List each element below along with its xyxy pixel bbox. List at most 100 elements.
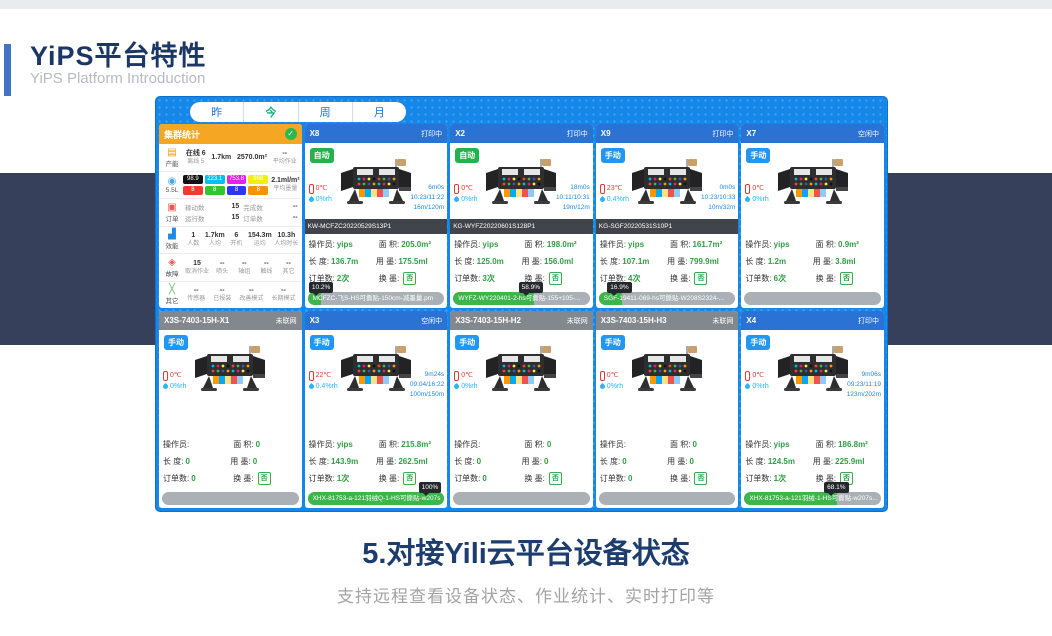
humidity-reading: 0%rh — [163, 381, 186, 392]
ink-block-c: 223.1 — [205, 175, 225, 184]
thermometer-icon — [600, 371, 605, 381]
device-card[interactable]: X7 空闲中 手动 0℃ 0%rh — [741, 124, 884, 308]
job-id-bar: KG-SGF20220531S10P1 — [596, 219, 739, 234]
device-card[interactable]: X2 打印中 自动 0℃ 0%rh — [450, 124, 593, 308]
humidity-reading: 0.4%rh — [309, 381, 338, 392]
area-value: 186.8m² — [838, 440, 880, 449]
tab-today[interactable]: 今 — [244, 102, 298, 122]
capacity-icon: ▤ — [167, 147, 176, 158]
device-grid: 集群统计 ✓ ▤ 产能 在线 6离线 5 1.7km 2570.0m² - — [159, 124, 884, 508]
ink-used-label: 用 墨: — [522, 256, 542, 267]
ink-used-value: 262.5ml — [398, 457, 443, 466]
cluster-stats-panel[interactable]: 集群统计 ✓ ▤ 产能 在线 6离线 5 1.7km 2570.0m² - — [159, 124, 302, 308]
operator-label: 操作员: — [309, 439, 335, 450]
env-readings: 0℃ 0%rh — [163, 370, 186, 392]
file-name: XHX-81753-a-121羽绒-1-HS可撕贴-w207s... — [749, 492, 878, 505]
device-card[interactable]: X3S-7403-15H-H2 未联网 手动 0℃ 0%rh — [450, 311, 593, 508]
device-card[interactable]: X9 打印中 手动 23℃ 0.4%rh — [596, 124, 739, 308]
humidity-reading: 0%rh — [309, 194, 332, 205]
slide-page: YiPS平台特性 YiPS Platform Introduction 昨 今 … — [0, 0, 1052, 636]
device-card-header: X7 空闲中 — [741, 124, 884, 143]
humidity-reading: 0%rh — [745, 381, 768, 392]
droplet-icon — [308, 383, 315, 390]
ink-used-value: 175.5ml — [398, 257, 443, 266]
orders-icon: ▣ — [167, 202, 176, 213]
area-label: 面 积: — [379, 439, 399, 450]
thermometer-icon — [309, 371, 314, 381]
droplet-icon — [599, 196, 606, 203]
device-card[interactable]: X3 空闲中 手动 22℃ 0.4%rh — [305, 311, 448, 508]
device-status: 打印中 — [421, 129, 442, 139]
operator-value: yips — [628, 240, 670, 249]
device-stats: 操作员: 面 积: 0 长 度: 0 用 墨: 0 订单数: 0 换 墨: 否 — [163, 436, 298, 487]
temperature-reading: 0℃ — [745, 370, 768, 381]
ink-block-r: 8 — [183, 186, 203, 195]
device-card[interactable]: X3S-7403-15H-H3 未联网 手动 0℃ 0%rh — [596, 311, 739, 508]
length-label: 长 度: — [600, 456, 620, 467]
ink-levels: 98.9 223.1 753.8 968 8 8 8 8 — [183, 175, 268, 195]
device-name: X3 — [310, 316, 320, 325]
orders-label: 订单数: — [163, 473, 189, 484]
progress-bubble: 68.1% — [824, 482, 848, 493]
dashboard-screenshot: 昨 今 周 月 集群统计 ✓ ▤ 产能 — [155, 96, 888, 512]
area-label: 面 积: — [670, 239, 690, 250]
operator-label: 操作员: — [600, 239, 626, 250]
stats-row-ink: ◉ 5.5L 98.9 223.1 753.8 968 8 8 8 — [159, 172, 302, 200]
device-status: 空闲中 — [858, 129, 879, 139]
length-value: 124.5m — [768, 457, 813, 466]
device-card[interactable]: X8 打印中 自动 0℃ 0%rh — [305, 124, 448, 308]
progress-bubble: 100% — [419, 482, 442, 493]
device-stats: 操作员: yips 面 积: 0.9m² 长 度: 1.2m 用 墨: 3.8m… — [745, 236, 880, 287]
device-status: 未联网 — [276, 316, 297, 326]
ink-block-k: 98.9 — [183, 175, 203, 184]
temperature-reading: 0℃ — [454, 183, 477, 194]
orders-value: 0 — [628, 474, 670, 483]
swap-ink-badge: 否 — [840, 272, 853, 285]
temperature-reading: 0℃ — [454, 370, 477, 381]
ink-used-label: 用 墨: — [376, 456, 396, 467]
time-range-tabs: 昨 今 周 月 — [190, 102, 406, 122]
length-value: 0 — [477, 457, 522, 466]
operator-label: 操作员: — [454, 439, 480, 450]
area-value: 0 — [692, 440, 734, 449]
ink-used-value: 156.0ml — [544, 257, 589, 266]
ink-used-label: 用 墨: — [667, 256, 687, 267]
humidity-reading: 0%rh — [745, 194, 768, 205]
device-card[interactable]: X4 打印中 手动 0℃ 0%rh — [741, 311, 884, 508]
ink-used-label: 用 墨: — [376, 256, 396, 267]
tab-month[interactable]: 月 — [353, 102, 406, 122]
device-card[interactable]: X3S-7403-15H-X1 未联网 手动 0℃ 0%rh — [159, 311, 302, 508]
ink-used-value: 799.9ml — [690, 257, 735, 266]
progress-line: 0m0s — [701, 183, 735, 193]
temperature-reading: 0℃ — [600, 370, 623, 381]
temperature-reading: 23℃ — [600, 183, 629, 194]
mode-badge: 手动 — [746, 148, 770, 163]
length-label: 长 度: — [309, 256, 329, 267]
file-progress-bar: SGF-19411-069-hs可撕贴-W208S2324-... — [599, 292, 736, 305]
swap-ink-badge: 否 — [694, 472, 707, 485]
operator-value: yips — [774, 440, 816, 449]
thermometer-icon — [745, 371, 750, 381]
top-strip — [0, 0, 1052, 9]
mode-badge: 自动 — [310, 148, 334, 163]
thermometer-icon — [454, 371, 459, 381]
temperature-reading: 22℃ — [309, 370, 338, 381]
length-label: 长 度: — [163, 456, 183, 467]
device-stats: 操作员: yips 面 积: 205.0m² 长 度: 136.7m 用 墨: … — [309, 236, 444, 287]
length-label: 长 度: — [745, 456, 765, 467]
ink-block-g: 8 — [205, 186, 225, 195]
thermometer-icon — [309, 184, 314, 194]
env-readings: 0℃ 0%rh — [454, 183, 477, 205]
ink-used-value: 0 — [544, 457, 589, 466]
device-name: X4 — [746, 316, 756, 325]
area-label: 面 积: — [233, 439, 253, 450]
length-value: 1.2m — [768, 257, 813, 266]
progress-bubble: 10.2% — [309, 282, 333, 293]
tab-yesterday[interactable]: 昨 — [190, 102, 244, 122]
progress-bubble: 16.9% — [607, 282, 631, 293]
orders-label: 订单数: — [454, 273, 480, 284]
device-status: 空闲中 — [421, 316, 442, 326]
tab-week[interactable]: 周 — [299, 102, 353, 122]
swap-ink-label: 换 墨: — [524, 473, 544, 484]
temperature-reading: 0℃ — [163, 370, 186, 381]
